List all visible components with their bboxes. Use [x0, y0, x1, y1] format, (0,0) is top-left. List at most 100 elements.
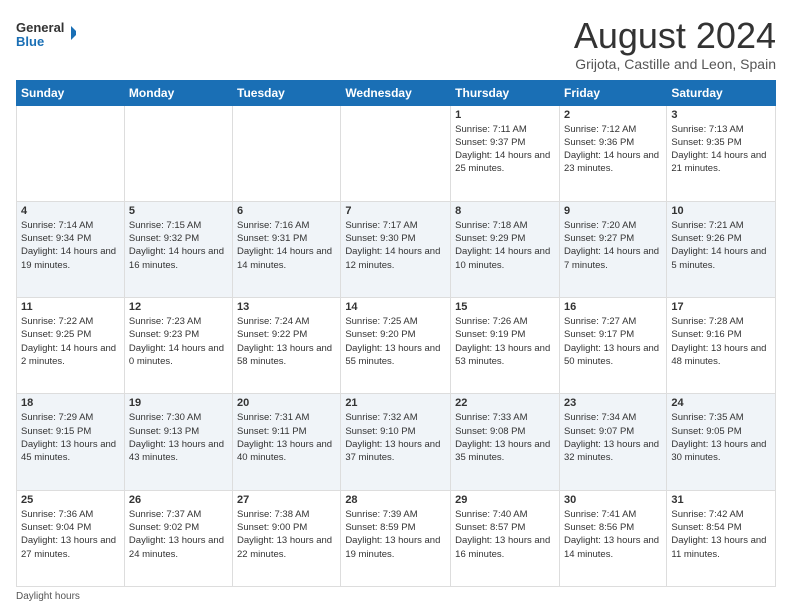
day-info: Sunrise: 7:14 AM Sunset: 9:34 PM Dayligh…: [21, 219, 120, 272]
day-number: 22: [455, 397, 555, 409]
day-info: Sunrise: 7:36 AM Sunset: 9:04 PM Dayligh…: [21, 508, 120, 561]
week-row-3: 11 Sunrise: 7:22 AM Sunset: 9:25 PM Dayli…: [17, 298, 776, 394]
cell-week2-day5: 8Sunrise: 7:18 AM Sunset: 9:29 PM Daylig…: [451, 201, 560, 297]
cell-week2-day6: 9 Sunrise: 7:20 AM Sunset: 9:27 PM Daylig…: [559, 201, 666, 297]
cell-week1-day5: 1 Sunrise: 7:11 AM Sunset: 9:37 PM Daylig…: [451, 105, 560, 201]
day-number: 24: [671, 397, 771, 409]
day-number: 20: [237, 397, 336, 409]
title-block: August 2024 Grijota, Castille and Leon, …: [574, 16, 776, 72]
week-row-4: 18 Sunrise: 7:29 AM Sunset: 9:15 PM Dayli…: [17, 394, 776, 490]
calendar-header: SundayMondayTuesdayWednesdayThursdayFrid…: [17, 80, 776, 105]
day-number: 8: [455, 205, 555, 217]
calendar: SundayMondayTuesdayWednesdayThursdayFrid…: [16, 80, 776, 587]
svg-text:Blue: Blue: [16, 34, 44, 49]
cell-week3-day5: 15Sunrise: 7:26 AM Sunset: 9:19 PM Dayli…: [451, 298, 560, 394]
cell-week4-day4: 21Sunrise: 7:32 AM Sunset: 9:10 PM Dayli…: [341, 394, 451, 490]
day-number: 6: [237, 205, 336, 217]
day-info: Sunrise: 7:33 AM Sunset: 9:08 PM Dayligh…: [455, 411, 555, 464]
day-number: 18: [21, 397, 120, 409]
page: General Blue August 2024 Grijota, Castil…: [0, 0, 792, 612]
day-info: Sunrise: 7:25 AM Sunset: 9:20 PM Dayligh…: [345, 315, 446, 368]
cell-week2-day7: 10Sunrise: 7:21 AM Sunset: 9:26 PM Dayli…: [667, 201, 776, 297]
day-number: 29: [455, 494, 555, 506]
day-info: Sunrise: 7:37 AM Sunset: 9:02 PM Dayligh…: [129, 508, 228, 561]
cell-week4-day3: 20Sunrise: 7:31 AM Sunset: 9:11 PM Dayli…: [233, 394, 341, 490]
col-header-sunday: Sunday: [17, 80, 125, 105]
cell-week5-day2: 26 Sunrise: 7:37 AM Sunset: 9:02 PM Dayli…: [124, 490, 232, 586]
day-number: 25: [21, 494, 120, 506]
cell-week1-day6: 2 Sunrise: 7:12 AM Sunset: 9:36 PM Daylig…: [559, 105, 666, 201]
cell-week2-day4: 7Sunrise: 7:17 AM Sunset: 9:30 PM Daylig…: [341, 201, 451, 297]
day-info: Sunrise: 7:13 AM Sunset: 9:35 PM Dayligh…: [671, 123, 771, 176]
day-number: 31: [671, 494, 771, 506]
day-info: Sunrise: 7:34 AM Sunset: 9:07 PM Dayligh…: [564, 411, 662, 464]
cell-week3-day3: 13Sunrise: 7:24 AM Sunset: 9:22 PM Dayli…: [233, 298, 341, 394]
day-number: 30: [564, 494, 662, 506]
cell-week4-day7: 24 Sunrise: 7:35 AM Sunset: 9:05 PM Dayli…: [667, 394, 776, 490]
day-number: 14: [345, 301, 446, 313]
cell-week3-day6: 16Sunrise: 7:27 AM Sunset: 9:17 PM Dayli…: [559, 298, 666, 394]
cell-week1-day4: [341, 105, 451, 201]
header: General Blue August 2024 Grijota, Castil…: [16, 16, 776, 72]
cell-week5-day5: 29 Sunrise: 7:40 AM Sunset: 8:57 PM Dayli…: [451, 490, 560, 586]
day-number: 4: [21, 205, 120, 217]
day-info: Sunrise: 7:24 AM Sunset: 9:22 PM Dayligh…: [237, 315, 336, 368]
calendar-table: SundayMondayTuesdayWednesdayThursdayFrid…: [16, 80, 776, 587]
day-info: Sunrise: 7:39 AM Sunset: 8:59 PM Dayligh…: [345, 508, 446, 561]
days-of-week-row: SundayMondayTuesdayWednesdayThursdayFrid…: [17, 80, 776, 105]
day-number: 23: [564, 397, 662, 409]
cell-week3-day7: 17Sunrise: 7:28 AM Sunset: 9:16 PM Dayli…: [667, 298, 776, 394]
day-info: Sunrise: 7:12 AM Sunset: 9:36 PM Dayligh…: [564, 123, 662, 176]
day-info: Sunrise: 7:20 AM Sunset: 9:27 PM Dayligh…: [564, 219, 662, 272]
cell-week1-day1: [17, 105, 125, 201]
day-number: 19: [129, 397, 228, 409]
col-header-saturday: Saturday: [667, 80, 776, 105]
week-row-2: 4 Sunrise: 7:14 AM Sunset: 9:34 PM Daylig…: [17, 201, 776, 297]
col-header-monday: Monday: [124, 80, 232, 105]
col-header-wednesday: Wednesday: [341, 80, 451, 105]
day-number: 16: [564, 301, 662, 313]
cell-week5-day7: 31 Sunrise: 7:42 AM Sunset: 8:54 PM Dayli…: [667, 490, 776, 586]
day-info: Sunrise: 7:11 AM Sunset: 9:37 PM Dayligh…: [455, 123, 555, 176]
month-title: August 2024: [574, 16, 776, 56]
cell-week4-day6: 23 Sunrise: 7:34 AM Sunset: 9:07 PM Dayli…: [559, 394, 666, 490]
day-info: Sunrise: 7:38 AM Sunset: 9:00 PM Dayligh…: [237, 508, 336, 561]
day-info: Sunrise: 7:42 AM Sunset: 8:54 PM Dayligh…: [671, 508, 771, 561]
day-number: 2: [564, 109, 662, 121]
day-info: Sunrise: 7:29 AM Sunset: 9:15 PM Dayligh…: [21, 411, 120, 464]
cell-week2-day2: 5Sunrise: 7:15 AM Sunset: 9:32 PM Daylig…: [124, 201, 232, 297]
day-info: Sunrise: 7:17 AM Sunset: 9:30 PM Dayligh…: [345, 219, 446, 272]
cell-week5-day4: 28Sunrise: 7:39 AM Sunset: 8:59 PM Dayli…: [341, 490, 451, 586]
day-info: Sunrise: 7:15 AM Sunset: 9:32 PM Dayligh…: [129, 219, 228, 272]
col-header-thursday: Thursday: [451, 80, 560, 105]
day-number: 1: [455, 109, 555, 121]
cell-week5-day1: 25 Sunrise: 7:36 AM Sunset: 9:04 PM Dayli…: [17, 490, 125, 586]
generalblue-logo-icon: General Blue: [16, 16, 76, 52]
day-info: Sunrise: 7:22 AM Sunset: 9:25 PM Dayligh…: [21, 315, 120, 368]
day-number: 3: [671, 109, 771, 121]
day-info: Sunrise: 7:40 AM Sunset: 8:57 PM Dayligh…: [455, 508, 555, 561]
day-info: Sunrise: 7:35 AM Sunset: 9:05 PM Dayligh…: [671, 411, 771, 464]
svg-text:General: General: [16, 20, 64, 35]
location-subtitle: Grijota, Castille and Leon, Spain: [574, 56, 776, 72]
cell-week1-day2: [124, 105, 232, 201]
day-info: Sunrise: 7:41 AM Sunset: 8:56 PM Dayligh…: [564, 508, 662, 561]
day-info: Sunrise: 7:23 AM Sunset: 9:23 PM Dayligh…: [129, 315, 228, 368]
week-row-1: 1 Sunrise: 7:11 AM Sunset: 9:37 PM Daylig…: [17, 105, 776, 201]
cell-week2-day3: 6 Sunrise: 7:16 AM Sunset: 9:31 PM Daylig…: [233, 201, 341, 297]
cell-week4-day5: 22 Sunrise: 7:33 AM Sunset: 9:08 PM Dayli…: [451, 394, 560, 490]
footer-note: Daylight hours: [16, 591, 776, 602]
col-header-friday: Friday: [559, 80, 666, 105]
cell-week4-day2: 19Sunrise: 7:30 AM Sunset: 9:13 PM Dayli…: [124, 394, 232, 490]
day-number: 9: [564, 205, 662, 217]
day-info: Sunrise: 7:21 AM Sunset: 9:26 PM Dayligh…: [671, 219, 771, 272]
cell-week3-day1: 11 Sunrise: 7:22 AM Sunset: 9:25 PM Dayli…: [17, 298, 125, 394]
day-info: Sunrise: 7:28 AM Sunset: 9:16 PM Dayligh…: [671, 315, 771, 368]
day-number: 26: [129, 494, 228, 506]
cell-week1-day3: [233, 105, 341, 201]
day-number: 11: [21, 301, 120, 313]
day-number: 27: [237, 494, 336, 506]
day-info: Sunrise: 7:16 AM Sunset: 9:31 PM Dayligh…: [237, 219, 336, 272]
day-number: 12: [129, 301, 228, 313]
cell-week3-day2: 12 Sunrise: 7:23 AM Sunset: 9:23 PM Dayli…: [124, 298, 232, 394]
